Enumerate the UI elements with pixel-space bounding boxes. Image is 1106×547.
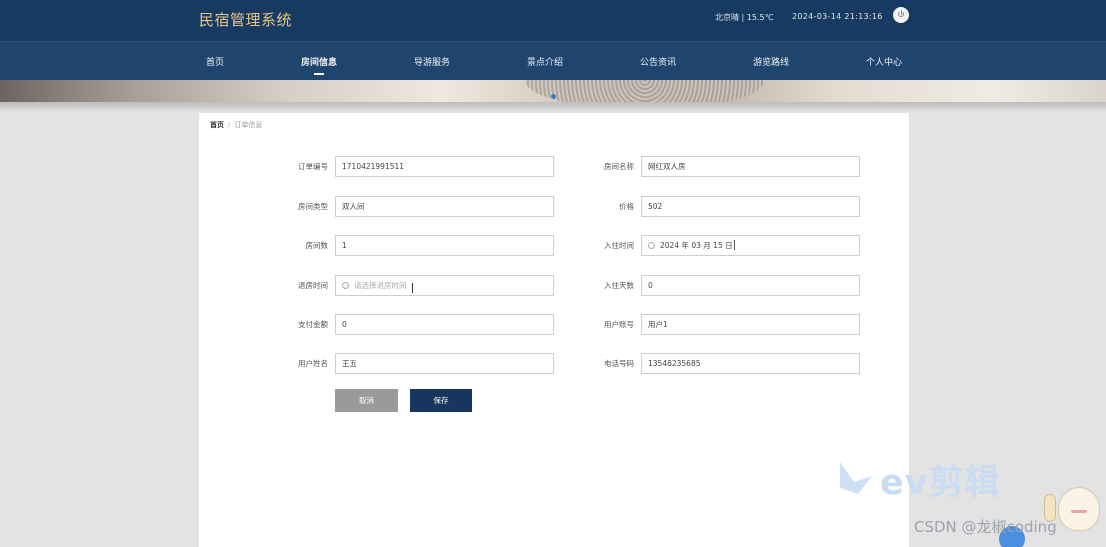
room-type-label: 房间类型 <box>298 202 328 211</box>
breadcrumb-current: 订单信息 <box>234 121 263 129</box>
room-type-input[interactable]: 双人间 <box>335 196 554 217</box>
nav-item-guide-service[interactable]: 导游服务 <box>387 55 477 68</box>
phone-input[interactable]: 13548235685 <box>641 353 860 374</box>
payment-input[interactable]: 0 <box>335 314 554 335</box>
csdn-watermark: CSDN @龙椒coding <box>914 518 1057 536</box>
site-brand-title[interactable]: 民宿管理系统 <box>199 9 292 30</box>
breadcrumb: 首页 / 订单信息 <box>210 120 262 130</box>
ev-logo-icon <box>840 462 872 494</box>
clock-icon <box>648 242 655 249</box>
clock-icon <box>342 282 349 289</box>
stay-days-label: 入住天数 <box>604 281 634 290</box>
power-icon[interactable] <box>893 7 909 23</box>
user-name-input[interactable]: 王五 <box>335 353 554 374</box>
mouse-text-cursor-icon <box>412 283 417 293</box>
nav-item-personal-center[interactable]: 个人中心 <box>839 55 929 68</box>
room-name-label: 房间名称 <box>604 162 634 171</box>
user-account-input[interactable]: 用户1 <box>641 314 860 335</box>
breadcrumb-separator: / <box>228 121 231 129</box>
room-count-input[interactable]: 1 <box>335 235 554 256</box>
breadcrumb-home[interactable]: 首页 <box>210 121 224 129</box>
nav-item-announcements[interactable]: 公告资讯 <box>613 55 703 68</box>
phone-label: 电话号码 <box>604 359 634 368</box>
price-input[interactable]: 502 <box>641 196 860 217</box>
checkout-time-label: 退房时间 <box>298 281 328 290</box>
cancel-button[interactable]: 取消 <box>335 389 398 412</box>
banner-image <box>525 80 765 102</box>
nav-item-tour-routes[interactable]: 游览路线 <box>726 55 816 68</box>
price-label: 价格 <box>619 202 634 211</box>
top-header-bar: 民宿管理系统 北京晴 | 15.5℃ 2024-03-14 21:13:16 <box>0 0 1106 41</box>
room-name-input[interactable]: 网红双人房 <box>641 156 860 177</box>
user-account-label: 用户账号 <box>604 320 634 329</box>
checkin-time-picker[interactable]: 2024 年 03 月 15 日 <box>641 235 860 256</box>
order-no-label: 订单编号 <box>298 162 328 171</box>
checkout-time-picker[interactable]: 请选择退房时间 <box>335 275 554 296</box>
stay-days-input[interactable]: 0 <box>641 275 860 296</box>
nav-item-attractions[interactable]: 景点介绍 <box>500 55 590 68</box>
user-name-label: 用户姓名 <box>298 359 328 368</box>
nav-item-room-info[interactable]: 房间信息 <box>274 55 364 68</box>
main-nav: 首页 房间信息 导游服务 景点介绍 公告资讯 游览路线 个人中心 <box>0 41 1106 80</box>
mascot-icon <box>1058 487 1100 531</box>
payment-label: 支付金额 <box>298 320 328 329</box>
banner-shadow <box>0 102 1106 112</box>
room-count-label: 房间数 <box>305 241 329 250</box>
text-caret <box>733 240 735 250</box>
ev-watermark-text: ev剪辑 <box>880 463 1001 503</box>
checkout-time-placeholder: 请选择退房时间 <box>354 281 407 290</box>
datetime-text: 2024-03-14 21:13:16 <box>792 12 883 21</box>
checkin-time-value: 2024 年 03 月 15 日 <box>660 241 733 250</box>
order-no-input[interactable]: 1710421991511 <box>335 156 554 177</box>
nav-item-home[interactable]: 首页 <box>170 55 260 68</box>
save-button[interactable]: 保存 <box>410 389 472 412</box>
weather-text: 北京晴 | 15.5℃ <box>715 13 774 22</box>
checkin-time-label: 入住时间 <box>604 241 634 250</box>
nav-active-indicator <box>314 73 324 75</box>
mascot-tag-icon <box>1044 494 1056 522</box>
carousel-indicator-dot[interactable] <box>551 94 556 99</box>
